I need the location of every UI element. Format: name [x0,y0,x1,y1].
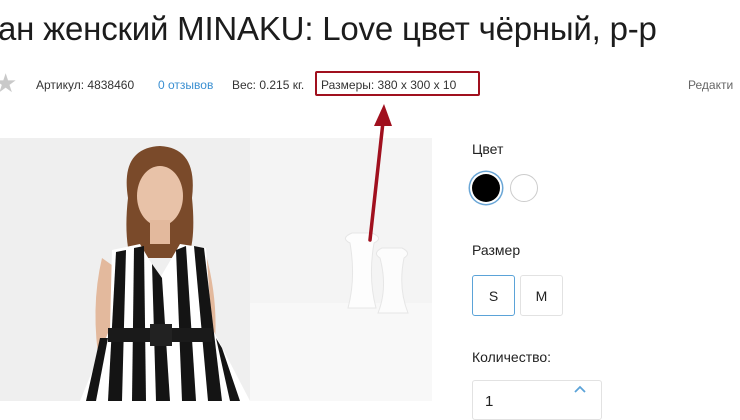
star-icon[interactable]: ★ [0,70,17,96]
size-option-m[interactable]: M [520,275,563,316]
weight-info: Вес: 0.215 кг. [232,78,305,92]
edit-link[interactable]: Редакти [688,78,733,92]
reviews-link[interactable]: 0 отзывов [158,78,213,92]
product-title: ан женский MINAKU: Love цвет чёрный, р-р [0,10,657,47]
color-label: Цвет [472,141,504,157]
chevron-up-icon[interactable] [573,383,587,397]
article-number: Артикул: 4838460 [36,78,135,92]
quantity-label: Количество: [472,349,552,365]
size-option-s[interactable]: S [472,275,515,316]
quantity-stepper[interactable]: 1 [472,380,602,420]
color-swatch-black[interactable] [472,174,500,202]
product-image[interactable] [0,138,432,401]
dimensions-info: Размеры: 380 x 300 x 10 [321,78,457,92]
size-label: Размер [472,242,521,258]
color-swatch-white[interactable] [510,174,538,202]
quantity-value: 1 [485,393,494,410]
